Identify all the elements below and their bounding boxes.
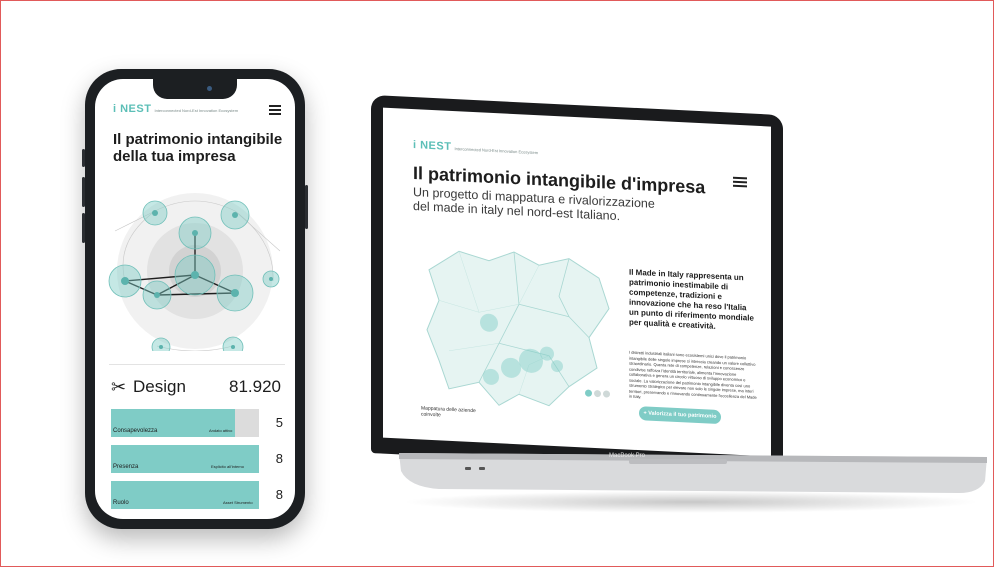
bar-label: Consapevolezza [113, 428, 158, 434]
network-graph [108, 193, 281, 351]
laptop-brand-label: MacBook Pro [609, 453, 646, 459]
phone-mute-switch [82, 149, 85, 167]
phone-volume-up [82, 177, 85, 207]
bar-value: 5 [275, 415, 283, 430]
phone-screen: i NEST Interconnected Nord-Est Innovation… [95, 79, 295, 519]
mockup-canvas: i NEST Interconnected Nord-Est Innovation… [0, 0, 994, 567]
body-paragraph: I distretti industriali italiani sono ec… [629, 349, 757, 400]
bar-value: 8 [275, 451, 283, 466]
cta-button[interactable]: + Valorizza il tuo patrimonio [639, 406, 721, 425]
laptop-base [399, 453, 987, 493]
bar-value: 8 [275, 487, 283, 502]
hamburger-menu-icon[interactable] [269, 105, 281, 115]
phone-power-button [305, 185, 308, 229]
page-title: Il patrimonio intangibile della tua impr… [113, 131, 283, 165]
score-bar-ruolo[interactable]: Ruolo Asset Strumento 8 [111, 481, 283, 509]
laptop-screen: i NEST Interconnected Nord-Est Innovation… [383, 107, 771, 457]
design-tools-icon: ✂ [111, 377, 127, 397]
bar-sublabel: Esplicito all'interno [211, 464, 245, 469]
lead-paragraph: Il Made in Italy rappresenta un patrimon… [629, 267, 754, 331]
score-bar-presenza[interactable]: Presenza Esplicito all'interno 8 [111, 445, 283, 473]
divider [109, 364, 285, 365]
bar-label: Ruolo [113, 500, 129, 506]
design-score-value: 81.920 [229, 377, 281, 396]
map-caption: Mappatura delle aziende coinvolte [421, 405, 476, 419]
camera-icon [207, 86, 212, 91]
carousel-dots[interactable] [585, 383, 615, 398]
phone-notch [153, 79, 237, 99]
score-bar-consapevolezza[interactable]: Consapevolezza Andato attivo 5 [111, 409, 283, 437]
bar-sublabel: Asset Strumento [223, 500, 253, 505]
phone-mockup: i NEST Interconnected Nord-Est Innovation… [82, 69, 308, 529]
bar-sublabel: Andato attivo [209, 428, 233, 433]
laptop-lid: i NEST Interconnected Nord-Est Innovation… [371, 95, 783, 474]
hamburger-menu-icon[interactable] [733, 176, 747, 189]
phone-volume-down [82, 213, 85, 243]
inest-logo[interactable]: i NEST Interconnected Nord-Est Innovation… [113, 103, 238, 115]
inest-logo[interactable]: i NEST Interconnected Nord-Est Innovation… [413, 139, 538, 157]
design-label: Design [133, 377, 186, 396]
bar-label: Presenza [113, 464, 139, 470]
design-score-header: ✂ Design 81.920 [111, 375, 281, 399]
